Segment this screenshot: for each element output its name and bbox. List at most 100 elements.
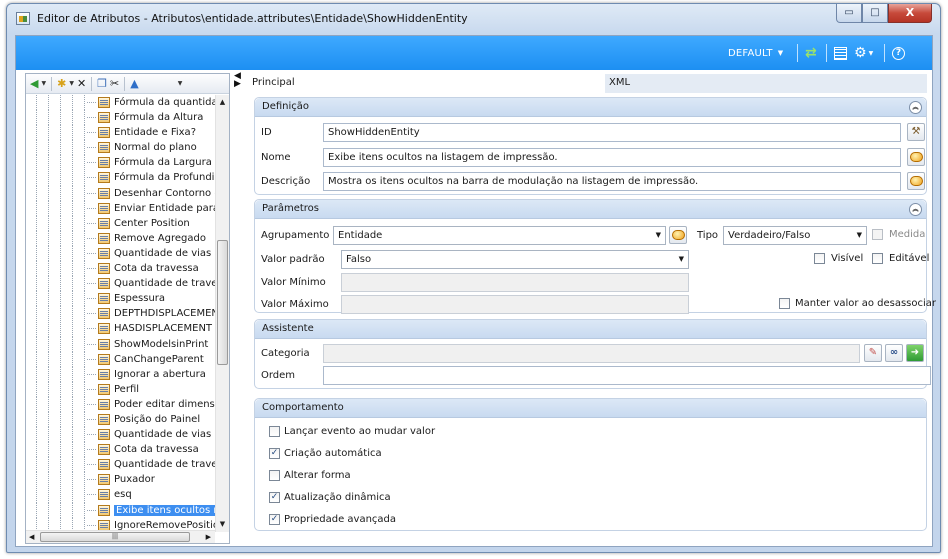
panel-splitter-icon[interactable]: ◀ ▶ [234,72,241,89]
scroll-right-icon[interactable]: ▶ [206,533,211,541]
tree-item[interactable]: CanChangeParent [26,352,215,367]
translate-nome-button[interactable] [907,148,925,166]
tab-xml[interactable]: XML [605,74,927,93]
tree-item[interactable]: Fórmula da Largura [26,155,215,170]
search-categoria-button[interactable]: ∞ [885,344,903,362]
tree-item[interactable]: Espessura [26,291,215,306]
tree-item-label: Poder editar dimensões [114,398,215,410]
scroll-left-icon[interactable]: ◀ [29,533,34,541]
comportamento-checkbox[interactable]: ✓ [269,492,280,503]
categoria-field[interactable] [323,344,860,363]
go-categoria-button[interactable]: ➜ [906,344,924,362]
tab-principal[interactable]: Principal [245,74,605,93]
tree-item[interactable]: Ignorar a abertura [26,367,215,382]
scroll-down-icon[interactable]: ▼ [216,517,229,532]
comportamento-checkbox[interactable]: ✓ [269,448,280,459]
help-button[interactable]: ? [892,36,905,70]
maximize-button[interactable]: □ [862,4,888,23]
section-header[interactable]: Comportamento [255,399,926,418]
help-icon: ? [892,46,905,60]
back-icon[interactable]: ◀ [30,76,38,92]
tree-item[interactable]: Quantidade de vias [26,427,215,442]
tree-item-label: HASDISPLACEMENT [114,323,213,335]
title-bar[interactable]: Editor de Atributos - Atributos\entidade… [7,4,940,32]
tree-item[interactable]: DEPTHDISPLACEMENT [26,306,215,321]
toolbar-separator [91,76,93,91]
tree-item-label: DEPTHDISPLACEMENT [114,308,215,320]
tipo-select[interactable]: Verdadeiro/Falso ▼ [723,226,867,245]
translate-descricao-button[interactable] [907,172,925,190]
tree-item[interactable]: Perfil [26,382,215,397]
tree-item[interactable]: Entidade e Fixa? [26,125,215,140]
clear-categoria-button[interactable]: ✎ [864,344,882,362]
visivel-checkbox[interactable] [814,253,825,264]
settings-button[interactable]: ⚙ ▼ [854,36,873,70]
chevron-down-icon[interactable]: ▼ [178,80,183,87]
scroll-thumb[interactable] [217,240,228,365]
tree-item-label: Cota da travessa [114,263,199,275]
tree-item[interactable]: Exibe itens ocultos na li [26,503,215,518]
medida-checkbox[interactable] [872,229,883,240]
descricao-field[interactable]: Mostra os itens ocultos na barra de modu… [323,172,901,191]
id-label: ID [261,127,272,138]
tree-item[interactable]: Fórmula da Altura [26,110,215,125]
new-icon[interactable]: ✱ [57,76,66,92]
collapse-icon[interactable]: ︽ [909,101,922,114]
tree-item[interactable]: Fórmula da quantidade c [26,95,215,110]
tree-item[interactable]: Enviar Entidade para Dy [26,201,215,216]
copy-icon[interactable]: ❐ [97,76,107,92]
tree-item[interactable]: Desenhar Contorno da M [26,186,215,201]
ordem-field[interactable] [323,366,931,385]
tree-item[interactable]: Quantidade de travessa [26,276,215,291]
section-header[interactable]: Assistente [255,320,926,339]
comportamento-checkbox[interactable]: ✓ [269,514,280,525]
cut-icon[interactable]: ✂ [110,76,119,92]
scroll-thumb[interactable]: ||| [40,532,190,542]
agrupamento-select[interactable]: Entidade ▼ [333,226,666,245]
toolbar-separator [884,44,885,62]
comportamento-checkbox[interactable] [269,426,280,437]
tree-item[interactable]: Fórmula da Profundidad [26,170,215,185]
tree-item[interactable]: Poder editar dimensões [26,397,215,412]
valor-padrao-select[interactable]: Falso ▼ [341,250,689,269]
tree-item[interactable]: Center Position [26,216,215,231]
move-up-icon[interactable]: ▲ [130,76,138,92]
tree-vertical-scrollbar[interactable]: ▲ ▼ [215,95,229,532]
tree-item[interactable]: Cota da travessa [26,261,215,276]
refresh-button[interactable]: ⇄ [805,36,817,70]
delete-icon[interactable]: ✕ [77,76,86,92]
scroll-up-icon[interactable]: ▲ [216,95,229,110]
comportamento-checkbox[interactable] [269,470,280,481]
tree-item[interactable]: Puxador [26,472,215,487]
collapse-icon[interactable]: ︽ [909,203,922,216]
profile-dropdown[interactable]: DEFAULT ▼ [728,36,783,70]
pick-id-button[interactable]: ⚒ [907,123,925,141]
valor-maximo-field[interactable] [341,295,689,314]
tree-item[interactable]: Posição do Painel [26,412,215,427]
tree-item[interactable]: Cota da travessa [26,442,215,457]
tree-item[interactable]: esq [26,487,215,502]
tree-item[interactable]: ShowModelsinPrint [26,337,215,352]
tree-horizontal-scrollbar[interactable]: ◀ ||| ▶ [26,530,215,543]
chevron-down-icon[interactable]: ▼ [69,80,74,87]
section-comportamento: Comportamento Lançar evento ao mudar val… [254,398,927,531]
tree-item[interactable]: Normal do plano [26,140,215,155]
speech-bubble-icon [671,230,685,240]
section-header[interactable]: Definição ︽ [255,98,926,117]
editavel-checkbox[interactable] [872,253,883,264]
section-header[interactable]: Parâmetros ︽ [255,200,926,219]
nome-field[interactable]: Exibe itens ocultos na listagem de impre… [323,148,901,167]
close-button[interactable]: X [888,4,932,23]
valor-minimo-field[interactable] [341,273,689,292]
manter-valor-checkbox[interactable] [779,298,790,309]
tree-item[interactable]: Quantidade de vias [26,246,215,261]
tree-item[interactable]: Quantidade de travessa [26,457,215,472]
chevron-down-icon[interactable]: ▼ [41,80,46,87]
categoria-label: Categoria [261,348,310,359]
layout-button[interactable] [834,36,847,70]
translate-agrupamento-button[interactable] [669,226,687,244]
tree-item[interactable]: Remove Agregado [26,231,215,246]
id-field[interactable]: ShowHiddenEntity [323,123,901,142]
tree-item[interactable]: HASDISPLACEMENT [26,321,215,336]
minimize-button[interactable]: ▭ [836,4,862,23]
